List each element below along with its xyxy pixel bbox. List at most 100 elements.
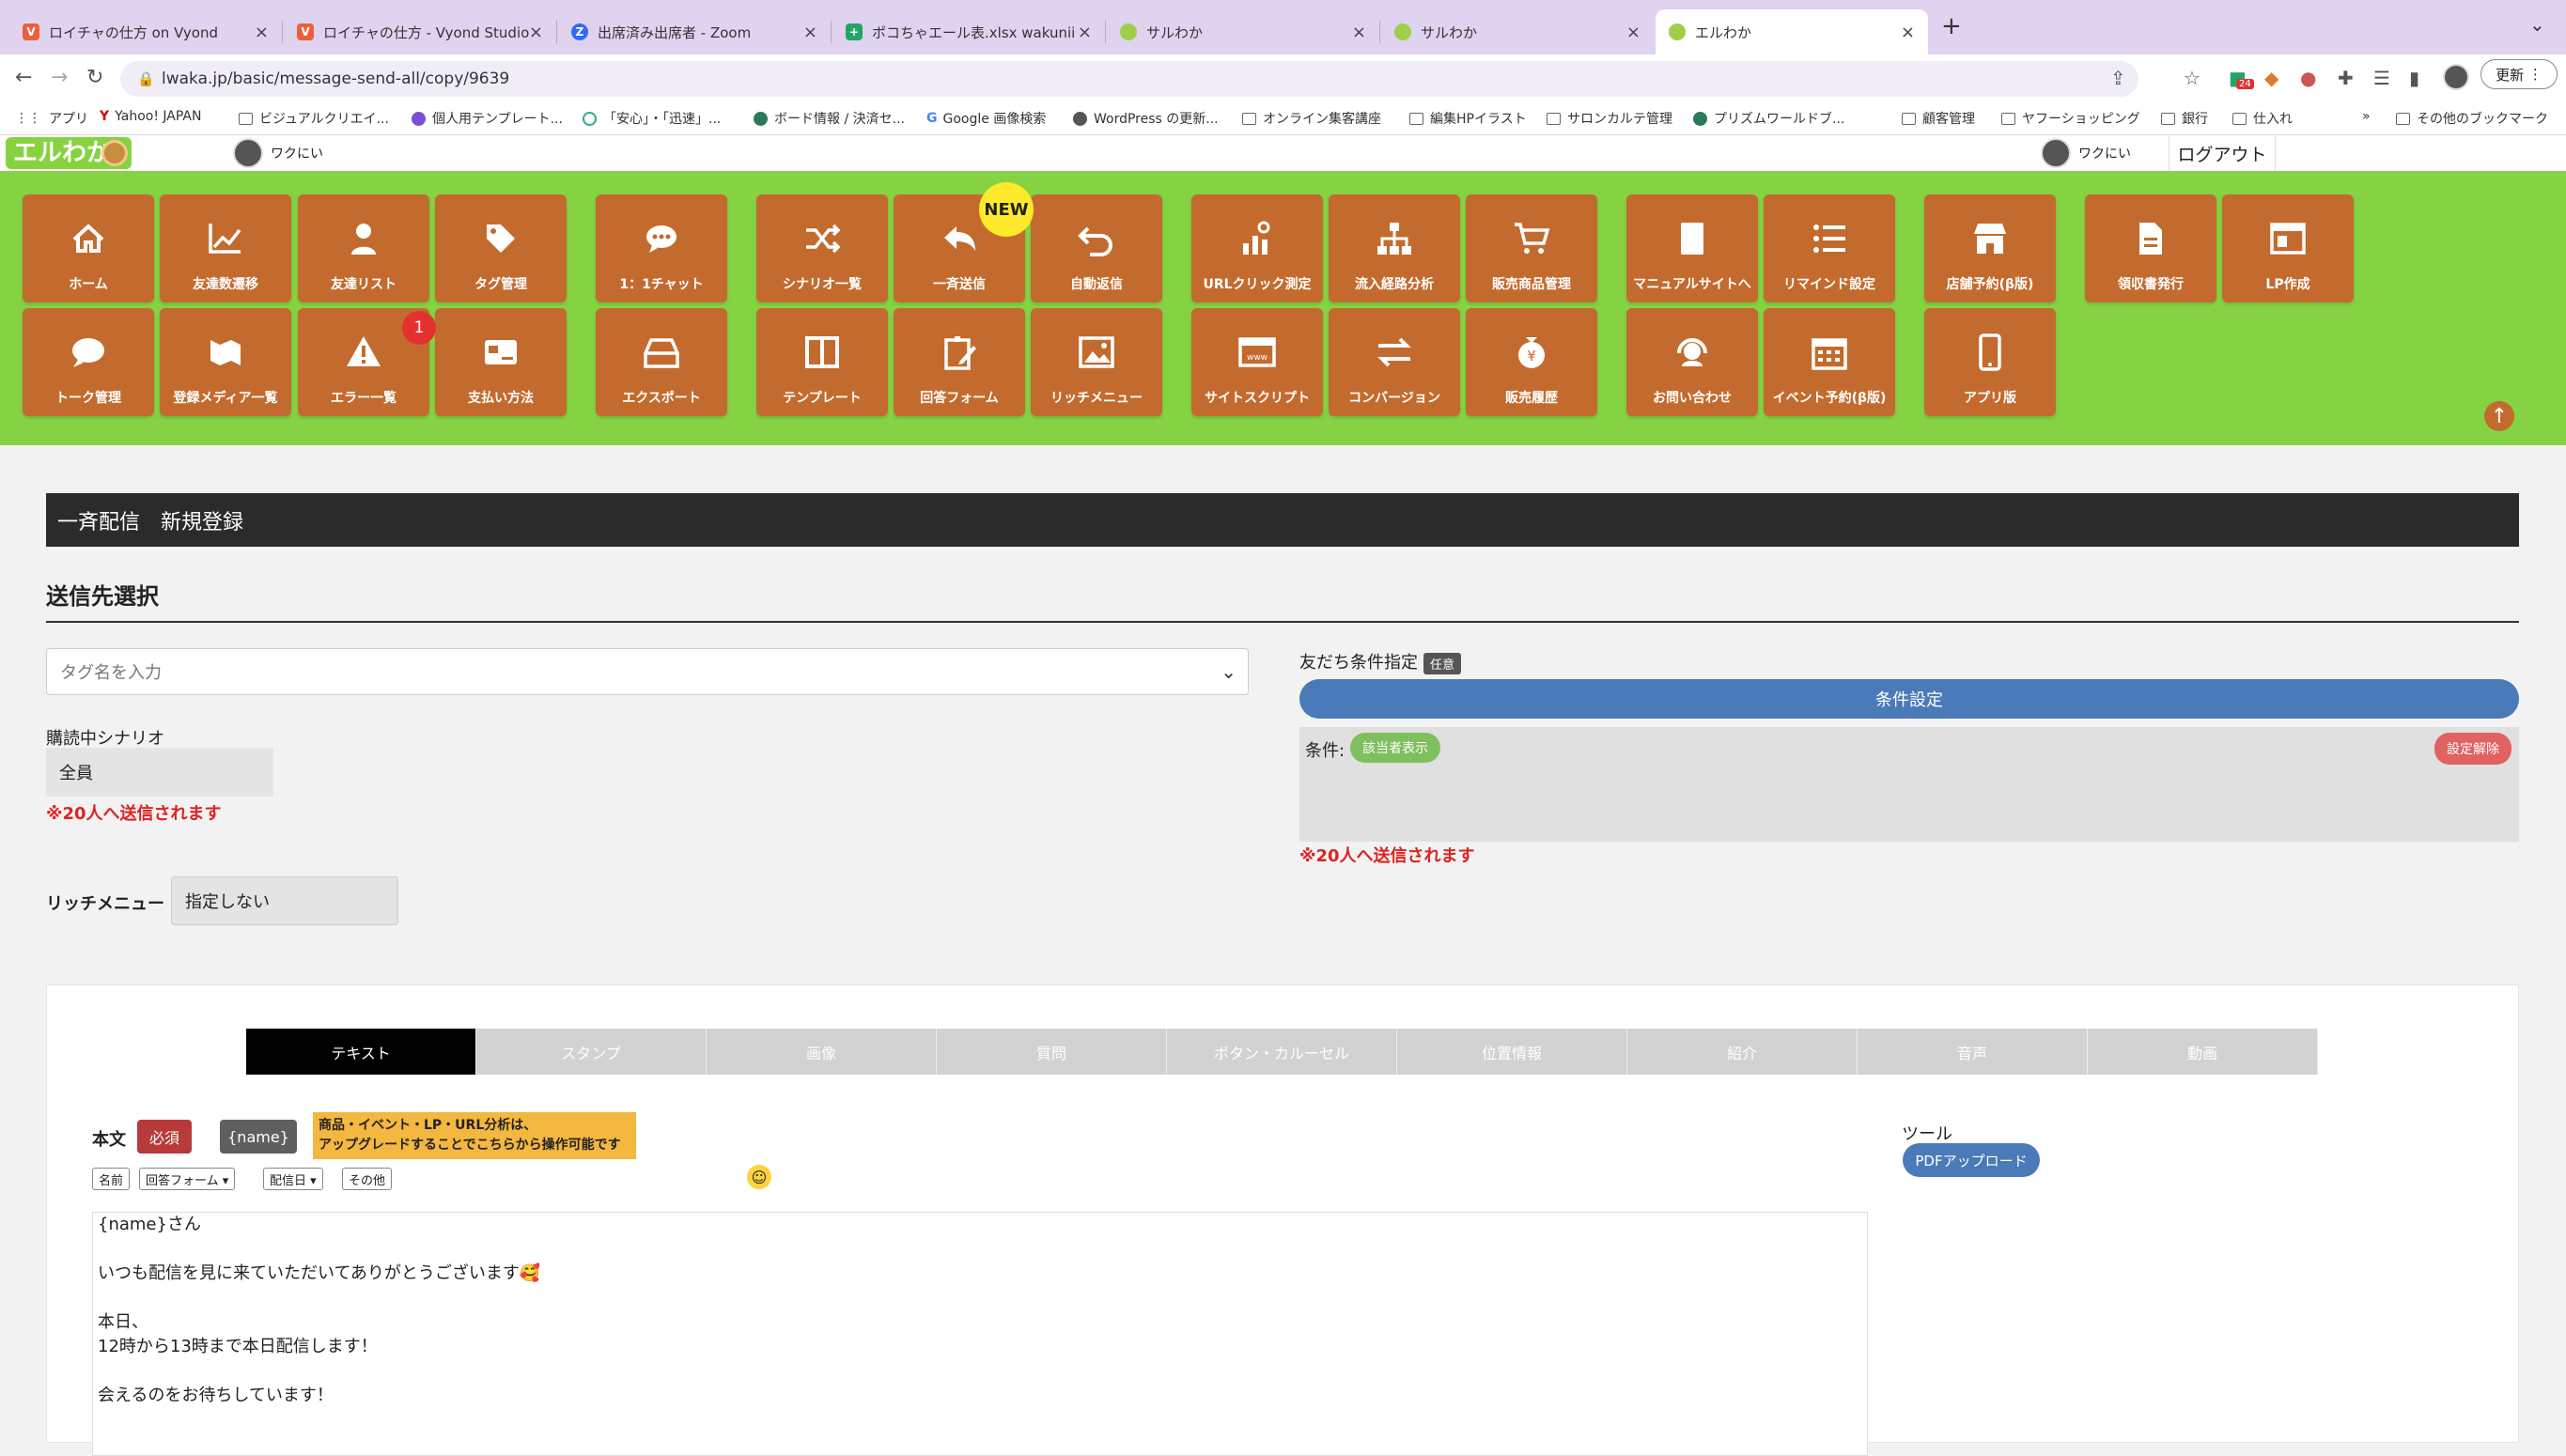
close-tab-icon[interactable]: × (1626, 23, 1641, 42)
message-type-tab[interactable]: スタンプ (476, 1029, 707, 1075)
close-tab-icon[interactable]: × (1901, 23, 1915, 42)
url-field[interactable]: 🔒 lwaka.jp/basic/message-send-all/copy/96… (120, 61, 2138, 97)
answer-form-dropdown[interactable]: 回答フォーム ▾ (139, 1168, 236, 1190)
menu-tile[interactable]: 登録メディア一覧 (160, 308, 291, 416)
message-type-tab[interactable]: 紹介 (1627, 1029, 1858, 1075)
close-tab-icon[interactable]: × (1078, 23, 1092, 42)
puzzle-icon[interactable]: ✚ (2338, 67, 2354, 89)
reload-icon[interactable]: ↻ (86, 66, 103, 89)
menu-tile[interactable]: トーク管理 (23, 308, 154, 416)
new-tab-button[interactable]: + (1941, 12, 1962, 40)
menu-tile[interactable]: リッチメニュー (1031, 308, 1162, 416)
menu-tile[interactable]: アプリ版 (1924, 308, 2056, 416)
menu-tile[interactable]: エクスポート (596, 308, 727, 416)
bookmark-item[interactable]: オンライン集客講座 (1242, 109, 1381, 128)
extension-icon[interactable]: ● (2300, 67, 2316, 89)
reading-list-icon[interactable]: ☰ (2373, 67, 2390, 89)
message-type-tab[interactable]: テキスト (246, 1029, 476, 1075)
browser-tab[interactable]: + ポコちゃエール表.xlsx wakunii × (832, 9, 1106, 54)
bookmark-item[interactable]: 「安心」・「迅速」... (583, 109, 721, 128)
menu-tile[interactable]: 友達リスト (298, 194, 429, 302)
show-matching-button[interactable]: 該当者表示 (1350, 733, 1440, 763)
tab-search-icon[interactable]: ⌄ (2529, 13, 2545, 36)
menu-tile[interactable]: マニュアルサイトへ (1626, 194, 1758, 302)
update-button[interactable]: 更新 ⋮ (2480, 59, 2558, 89)
menu-tile[interactable]: お問い合わせ (1626, 308, 1758, 416)
bookmark-item[interactable]: プリズムワールドブ... (1693, 109, 1844, 128)
name-insert-button[interactable]: 名前 (92, 1168, 131, 1190)
menu-tile[interactable]: コンバージョン (1329, 308, 1460, 416)
clear-condition-button[interactable]: 設定解除 (2434, 733, 2512, 765)
menu-tile[interactable]: 店舗予約(β版) (1924, 194, 2056, 302)
menu-tile[interactable]: 自動返信 (1031, 194, 1162, 302)
condition-settings-button[interactable]: 条件設定 (1299, 679, 2519, 719)
menu-tile[interactable]: リマインド設定 (1764, 194, 1895, 302)
close-tab-icon[interactable]: × (255, 23, 269, 42)
browser-tab[interactable]: V ロイチャの仕方 on Vyond × (9, 9, 283, 54)
bookmark-item[interactable]: ビジュアルクリエイ... (239, 109, 389, 128)
forward-icon[interactable]: → (51, 66, 68, 89)
bookmark-item[interactable]: サロンカルテ管理 (1547, 109, 1672, 128)
message-type-tab[interactable]: 画像 (707, 1029, 937, 1075)
share-icon[interactable]: ⇪ (2110, 67, 2126, 89)
menu-tile[interactable]: テンプレート (756, 308, 888, 416)
bookmark-item[interactable]: Y Yahoo! JAPAN (100, 109, 201, 124)
menu-tile[interactable]: 流入経路分析 (1329, 194, 1460, 302)
menu-tile[interactable]: 1：1チャット (596, 194, 727, 302)
pdf-upload-button[interactable]: PDFアップロード (1903, 1143, 2040, 1177)
menu-tile[interactable]: URLクリック測定 (1191, 194, 1323, 302)
back-icon[interactable]: ← (15, 66, 32, 89)
message-body-editor[interactable]: {name}さん いつも配信を見に来ていただいてありがとうございます🥰 本日、 12時… (92, 1212, 1868, 1456)
delivery-date-dropdown[interactable]: 配信日 ▾ (263, 1168, 323, 1190)
menu-tile[interactable]: 回答フォーム (894, 308, 1025, 416)
scroll-top-icon[interactable]: ↑ (2484, 401, 2514, 431)
menu-tile[interactable]: 販売商品管理 (1466, 194, 1597, 302)
browser-tab[interactable]: V ロイチャの仕方 - Vyond Studio × (284, 9, 557, 54)
bookmarks-overflow[interactable]: » (2362, 109, 2371, 124)
menu-tile[interactable]: 支払い方法 (435, 308, 567, 416)
logout-button[interactable]: ログアウト (2169, 135, 2276, 171)
menu-tile[interactable]: 領収書発行 (2085, 194, 2216, 302)
user-menu-left[interactable]: ワクにい (233, 138, 323, 168)
bookmark-item[interactable]: 顧客管理 (1902, 109, 1975, 128)
menu-tile[interactable]: 友達数遷移 (160, 194, 291, 302)
bookmark-item[interactable]: G Google 画像検索 (926, 109, 1046, 128)
scenario-select[interactable]: 全員 (46, 748, 273, 797)
message-type-tab[interactable]: 音声 (1858, 1029, 2088, 1075)
browser-tab[interactable]: Z 出席済み出席者 - Zoom × (558, 9, 832, 54)
bookmark-item[interactable]: 個人用テンプレート... (412, 109, 563, 128)
metamask-icon[interactable]: ◆ (2264, 67, 2278, 89)
insert-name-button[interactable]: {name} (220, 1120, 297, 1154)
browser-tab[interactable]: サルわか × (1107, 9, 1380, 54)
menu-tile[interactable]: www サイトスクリプト (1191, 308, 1323, 416)
menu-tile[interactable]: ¥ 販売履歴 (1466, 308, 1597, 416)
browser-tab-active[interactable]: エルわか × (1656, 9, 1928, 54)
bookmark-item[interactable]: 銀行 (2161, 109, 2208, 128)
bookmark-item[interactable]: ヤフーショッピング (2001, 109, 2140, 128)
menu-tile[interactable]: シナリオ一覧 (756, 194, 888, 302)
profile-avatar[interactable] (2443, 64, 2469, 90)
close-tab-icon[interactable]: × (529, 23, 543, 42)
menu-tile[interactable]: ホーム (23, 194, 154, 302)
menu-tile[interactable]: LP作成 (2222, 194, 2354, 302)
rich-menu-select[interactable]: 指定しない (171, 876, 398, 925)
other-bookmarks[interactable]: その他のブックマーク (2396, 109, 2548, 128)
bookmark-item[interactable]: 仕入れ (2232, 109, 2293, 128)
bookmark-item[interactable]: 編集HPイラスト (1409, 109, 1527, 128)
message-type-tab[interactable]: 質問 (937, 1029, 1167, 1075)
close-tab-icon[interactable]: × (1352, 23, 1366, 42)
menu-tile[interactable]: イベント予約(β版) (1764, 308, 1895, 416)
bookmark-star-icon[interactable]: ☆ (2184, 67, 2201, 89)
message-type-tab[interactable]: 動画 (2088, 1029, 2318, 1075)
browser-tab[interactable]: サルわか × (1381, 9, 1654, 54)
message-type-tab[interactable]: ボタン・カルーセル (1167, 1029, 1397, 1075)
other-button[interactable]: その他 (342, 1168, 393, 1190)
logo[interactable]: エルわか (6, 137, 132, 169)
emoji-picker-icon[interactable]: ☺ (747, 1165, 771, 1189)
message-type-tab[interactable]: 位置情報 (1397, 1029, 1627, 1075)
bookmark-apps[interactable]: ⋮⋮ アプリ (15, 109, 88, 128)
side-panel-icon[interactable]: ▮ (2409, 67, 2419, 89)
bookmark-item[interactable]: ボード情報 / 決済セ... (754, 109, 905, 128)
menu-tile[interactable]: タグ管理 (435, 194, 567, 302)
close-tab-icon[interactable]: × (803, 23, 817, 42)
